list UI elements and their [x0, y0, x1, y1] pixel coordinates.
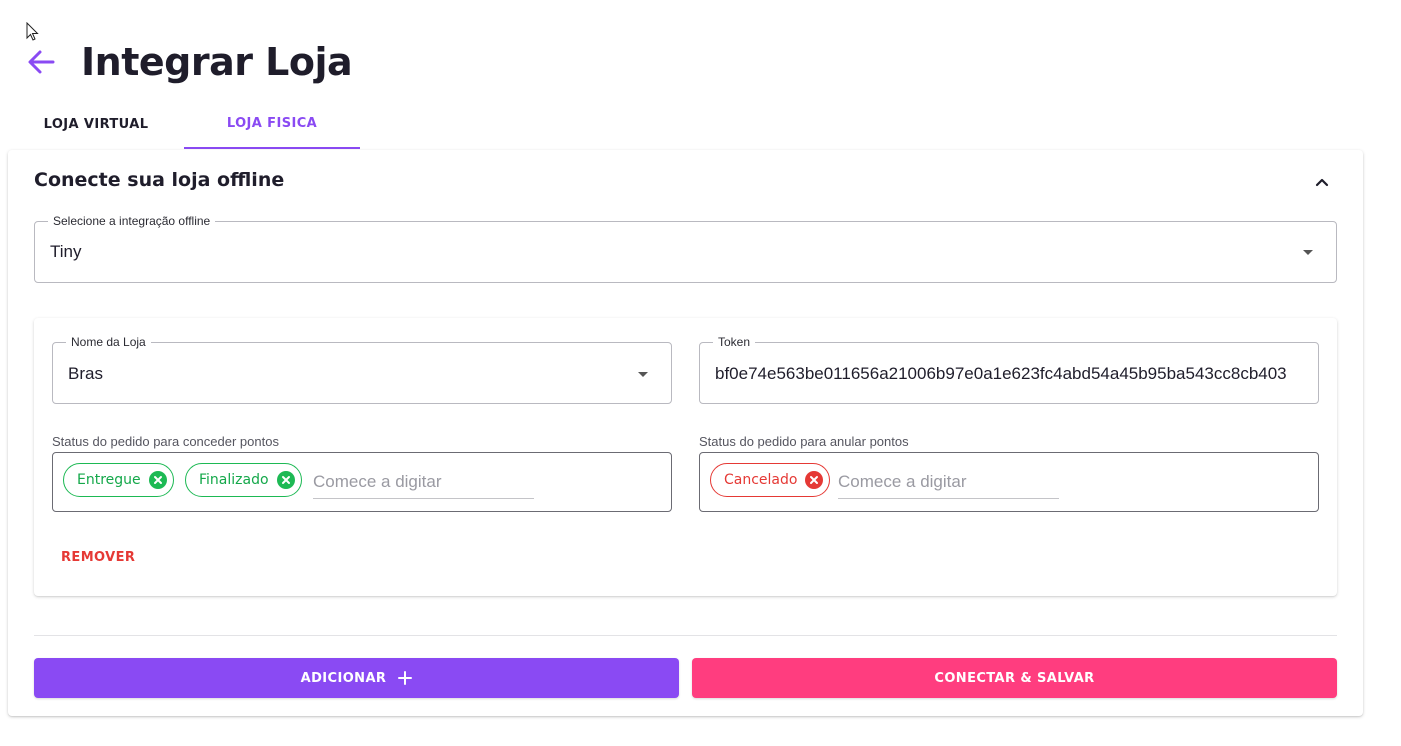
status-chip-cancelado[interactable]: Cancelado [710, 463, 831, 497]
close-circle-icon[interactable] [148, 471, 167, 489]
chip-label: Finalizado [199, 472, 269, 488]
token-value: bf0e74e563be011656a21006b97e0a1e623fc4ab… [715, 364, 1287, 383]
arrow-left-icon [28, 50, 55, 74]
plus-icon [398, 671, 413, 685]
close-circle-icon[interactable] [805, 471, 824, 489]
caret-down-icon [1303, 250, 1313, 255]
tab-loja-fisica[interactable]: LOJA FISICA [184, 100, 360, 149]
card-title: Conecte sua loja offline [34, 169, 285, 191]
page-header: Integrar Loja [25, 34, 353, 90]
caret-down-icon [638, 372, 648, 377]
token-label: Token [713, 335, 756, 349]
remove-button[interactable]: REMOVER [61, 550, 135, 565]
chevron-up-icon [1315, 178, 1329, 187]
cancel-status-input[interactable] [838, 465, 1059, 499]
status-chip-finalizado[interactable]: Finalizado [185, 463, 302, 497]
add-button[interactable]: ADICIONAR [34, 658, 679, 698]
collapse-button[interactable] [1310, 170, 1334, 194]
cancel-status-label: Status do pedido para anular pontos [699, 434, 909, 449]
store-name-select[interactable]: Nome da Loja Bras [52, 335, 672, 404]
offline-store-card: Conecte sua loja offline Selecione a int… [8, 150, 1363, 716]
tab-loja-virtual[interactable]: LOJA VIRTUAL [8, 100, 184, 149]
store-name-value: Bras [68, 364, 103, 383]
token-field[interactable]: Token bf0e74e563be011656a21006b97e0a1e62… [699, 335, 1319, 404]
divider [34, 635, 1337, 636]
cancel-status-field[interactable]: Cancelado [699, 452, 1319, 512]
status-chip-entregue[interactable]: Entregue [63, 463, 174, 497]
grant-status-field[interactable]: Entregue Finalizado [52, 452, 672, 512]
grant-status-input[interactable] [313, 465, 534, 499]
connect-save-button[interactable]: CONECTAR & SALVAR [692, 658, 1337, 698]
store-name-label: Nome da Loja [66, 335, 151, 349]
store-config-card: Nome da Loja Bras Token bf0e74e563be0116… [34, 318, 1337, 596]
integration-select-value: Tiny [50, 242, 82, 261]
grant-status-label: Status do pedido para conceder pontos [52, 434, 279, 449]
close-circle-icon[interactable] [276, 471, 295, 489]
integration-select-label: Selecione a integração offline [48, 214, 216, 228]
chip-label: Entregue [77, 472, 141, 488]
add-button-label: ADICIONAR [300, 670, 387, 686]
integration-select[interactable]: Selecione a integração offline Tiny [34, 214, 1337, 283]
chip-label: Cancelado [724, 472, 798, 488]
tab-bar: LOJA VIRTUAL LOJA FISICA [8, 100, 360, 149]
back-button[interactable] [25, 46, 57, 78]
page-title: Integrar Loja [81, 40, 353, 84]
